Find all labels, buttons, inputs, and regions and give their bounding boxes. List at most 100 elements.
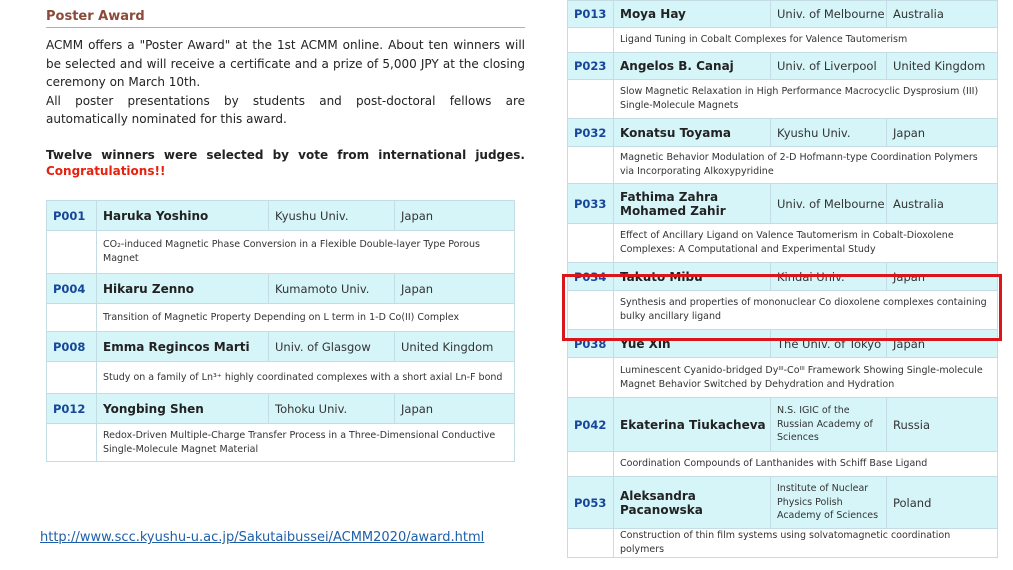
winner-title-row-p038: Luminescent Cyanido-bridged Dyᴵᴵᴵ-Coᴵᴵᴵ … (567, 357, 998, 398)
winner-name: Konatsu Toyama (613, 118, 771, 147)
winner-country: Japan (394, 200, 515, 231)
poster-title: Redox-Driven Multiple-Charge Transfer Pr… (96, 423, 515, 462)
winner-university: N.S. IGIC of the Russian Academy of Scie… (770, 397, 887, 452)
spacer-cell (567, 223, 614, 263)
winner-title-row-p001: CO₂-induced Magnetic Phase Conversion in… (46, 230, 515, 274)
winners-table-left: P001 Haruka Yoshino Kyushu Univ. Japan CO₂-i… (46, 200, 515, 462)
winner-name: Yongbing Shen (96, 393, 269, 424)
award-page-link[interactable]: http://www.scc.kyushu-u.ac.jp/Sakutaibus… (40, 530, 484, 545)
winner-row-p042: P042 Ekaterina Tiukacheva N.S. IGIC of the… (567, 397, 998, 452)
poster-id: P032 (567, 118, 614, 147)
left-panel: Poster Award ACMM offers a "Poster Award… (0, 0, 545, 570)
winner-row-p034: P034 Takuto Mibu Kindai Univ. Japan (567, 262, 998, 291)
winner-country: Australia (886, 0, 998, 28)
intro-paragraph-1: ACMM offers a "Poster Award" at the 1st … (46, 38, 525, 89)
winner-country: Japan (886, 118, 998, 147)
poster-id: P013 (567, 0, 614, 28)
poster-title: Ligand Tuning in Cobalt Complexes for Va… (613, 27, 998, 53)
winner-title-row-p023: Slow Magnetic Relaxation in High Perform… (567, 79, 998, 119)
poster-id: P053 (567, 476, 614, 529)
spacer-cell (567, 528, 614, 558)
winner-row-p013: P013 Moya Hay Univ. of Melbourne Australia (567, 0, 998, 28)
winner-title-row-p034: Synthesis and properties of mononuclear … (567, 290, 998, 330)
winner-title-row-p012: Redox-Driven Multiple-Charge Transfer Pr… (46, 423, 515, 462)
poster-title: Slow Magnetic Relaxation in High Perform… (613, 79, 998, 119)
poster-id: P001 (46, 200, 97, 231)
winner-university: Kyushu Univ. (770, 118, 887, 147)
winner-row-p001: P001 Haruka Yoshino Kyushu Univ. Japan (46, 200, 515, 231)
winner-row-p012: P012 Yongbing Shen Tohoku Univ. Japan (46, 393, 515, 424)
spacer-cell (46, 230, 97, 274)
winners-table-right: P013 Moya Hay Univ. of Melbourne Australia L… (567, 0, 998, 558)
winners-note: Twelve winners were selected by vote fro… (46, 148, 525, 162)
winner-name: Emma Regincos Marti (96, 331, 269, 362)
winner-university: Univ. of Melbourne (770, 183, 887, 224)
spacer-cell (46, 423, 97, 462)
congratulations-text: Congratulations!! (46, 164, 166, 178)
winner-name: Yue Xin (613, 329, 771, 358)
winner-name: Moya Hay (613, 0, 771, 28)
winner-title-row-p053: Construction of thin film systems using … (567, 528, 998, 558)
winner-row-p053: P053 Aleksandra Pacanowska Institute of Nu… (567, 476, 998, 529)
winner-university: Tohoku Univ. (268, 393, 395, 424)
spacer-cell (567, 27, 614, 53)
winner-country: United Kingdom (394, 331, 515, 362)
spacer-cell (567, 290, 614, 330)
winner-title-row-p033: Effect of Ancillary Ligand on Valence Ta… (567, 223, 998, 263)
winner-name: Ekaterina Tiukacheva (613, 397, 771, 452)
winner-name: Takuto Mibu (613, 262, 771, 291)
winner-university: Univ. of Liverpool (770, 52, 887, 80)
section-title: Poster Award (46, 9, 525, 28)
poster-id: P038 (567, 329, 614, 358)
winner-title-row-p004: Transition of Magnetic Property Dependin… (46, 303, 515, 332)
winner-university: Institute of Nuclear Physics Polish Acad… (770, 476, 887, 529)
poster-id: P004 (46, 273, 97, 304)
poster-title: Coordination Compounds of Lanthanides wi… (613, 451, 998, 477)
winner-title-row-p032: Magnetic Behavior Modulation of 2-D Hofm… (567, 146, 998, 184)
poster-id: P034 (567, 262, 614, 291)
poster-id: P008 (46, 331, 97, 362)
winner-country: Russia (886, 397, 998, 452)
winner-row-p038: P038 Yue Xin The Univ. of Tokyo Japan (567, 329, 998, 358)
poster-title: Study on a family of Ln³⁺ highly coordin… (96, 361, 515, 394)
winner-country: Australia (886, 183, 998, 224)
winner-row-p004: P004 Hikaru Zenno Kumamoto Univ. Japan (46, 273, 515, 304)
poster-id: P012 (46, 393, 97, 424)
winner-university: Univ. of Melbourne (770, 0, 887, 28)
winner-row-p032: P032 Konatsu Toyama Kyushu Univ. Japan (567, 118, 998, 147)
winner-row-p033: P033 Fathima Zahra Mohamed Zahir Univ. of … (567, 183, 998, 224)
winner-name: Fathima Zahra Mohamed Zahir (613, 183, 771, 224)
intro-text: ACMM offers a "Poster Award" at the 1st … (46, 36, 525, 129)
winner-row-p008: P008 Emma Regincos Marti Univ. of Glasgow U… (46, 331, 515, 362)
spacer-cell (46, 361, 97, 394)
winner-country: United Kingdom (886, 52, 998, 80)
winner-university: Univ. of Glasgow (268, 331, 395, 362)
poster-title: Transition of Magnetic Property Dependin… (96, 303, 515, 332)
spacer-cell (567, 146, 614, 184)
winner-name: Angelos B. Canaj (613, 52, 771, 80)
winner-row-p023: P023 Angelos B. Canaj Univ. of Liverpool Un… (567, 52, 998, 80)
winner-country: Japan (886, 329, 998, 358)
spacer-cell (567, 357, 614, 398)
winner-country: Japan (886, 262, 998, 291)
winner-country: Japan (394, 393, 515, 424)
winner-university: The Univ. of Tokyo (770, 329, 887, 358)
intro-paragraph-2: All poster presentations by students and… (46, 93, 525, 127)
poster-title: Construction of thin film systems using … (613, 528, 998, 558)
winner-name: Haruka Yoshino (96, 200, 269, 231)
winner-name: Hikaru Zenno (96, 273, 269, 304)
spacer-cell (567, 451, 614, 477)
winner-name: Aleksandra Pacanowska (613, 476, 771, 529)
winner-university: Kyushu Univ. (268, 200, 395, 231)
poster-title: Luminescent Cyanido-bridged Dyᴵᴵᴵ-Coᴵᴵᴵ … (613, 357, 998, 398)
winner-title-row-p042: Coordination Compounds of Lanthanides wi… (567, 451, 998, 477)
spacer-cell (46, 303, 97, 332)
poster-title: Effect of Ancillary Ligand on Valence Ta… (613, 223, 998, 263)
winner-university: Kumamoto Univ. (268, 273, 395, 304)
winner-country: Japan (394, 273, 515, 304)
poster-title: CO₂-induced Magnetic Phase Conversion in… (96, 230, 515, 274)
poster-id: P023 (567, 52, 614, 80)
winner-title-row-p008: Study on a family of Ln³⁺ highly coordin… (46, 361, 515, 394)
poster-title: Synthesis and properties of mononuclear … (613, 290, 998, 330)
poster-id: P042 (567, 397, 614, 452)
